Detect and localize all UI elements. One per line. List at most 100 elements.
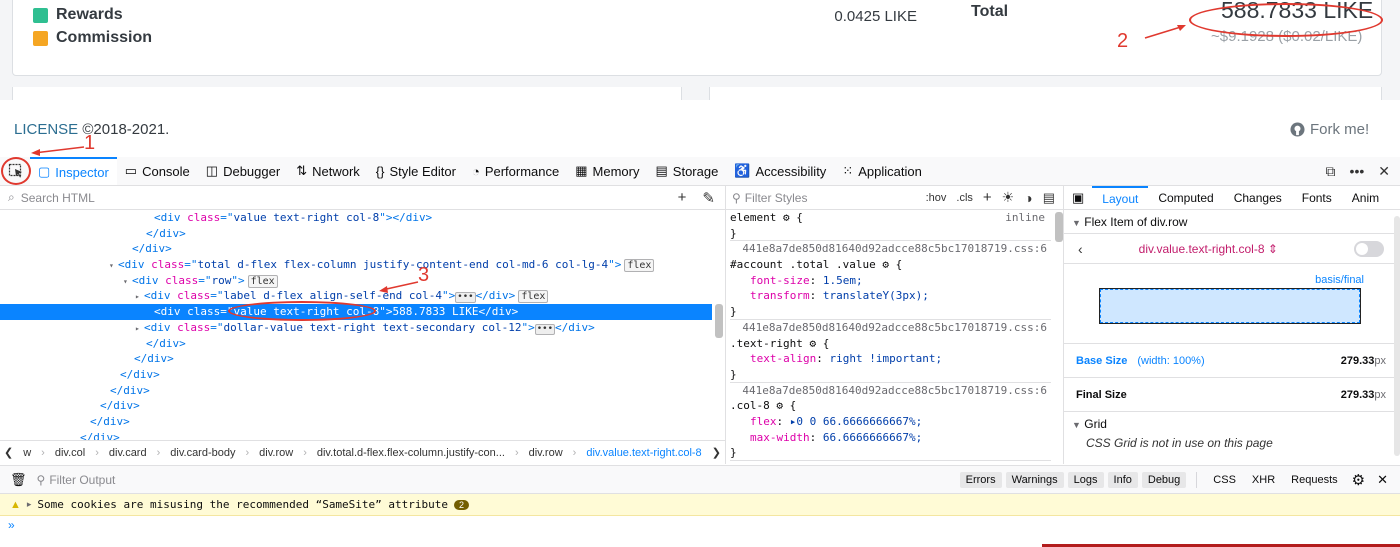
flex-badge[interactable]: flex xyxy=(624,259,655,273)
markup-node[interactable]: ▾ <div class="row"> flex xyxy=(0,273,712,289)
tab-network[interactable]: ⇅ Network xyxy=(288,157,368,185)
console-filter-errors[interactable]: Errors xyxy=(959,471,1002,488)
rule-source-link[interactable]: 441e8a7de850d81640d92adcce88c5bc17018719… xyxy=(730,383,1051,399)
dark-theme-icon[interactable]: ◑ xyxy=(1024,190,1032,206)
sidebar-tab-fonts[interactable]: Fonts xyxy=(1292,186,1342,209)
flex-highlight-toggle[interactable] xyxy=(1354,240,1384,257)
tab-storage[interactable]: ▤ Storage xyxy=(647,157,726,185)
rule-selector[interactable]: .text-right ⚙ { xyxy=(730,336,1051,352)
markup-node[interactable]: </div> xyxy=(0,351,712,367)
tab-console[interactable]: ▭ Console xyxy=(117,157,198,185)
markup-node[interactable]: ▸ <div class="label d-flex align-self-end… xyxy=(0,288,712,304)
layout-scrollbar[interactable] xyxy=(1394,216,1400,456)
filter-output-input[interactable]: Filter Output xyxy=(49,473,115,487)
fork-me-link[interactable]: Fork me! xyxy=(1290,121,1369,138)
markup-node[interactable]: </div> xyxy=(0,336,712,352)
grid-section-header[interactable]: ▼ Grid xyxy=(1064,412,1400,436)
clear-console-icon[interactable]: 🗑 xyxy=(0,472,37,488)
filter-styles-input[interactable]: Filter Styles xyxy=(745,191,808,205)
markup-scrollbar[interactable] xyxy=(715,304,723,338)
rules-scrollbar[interactable] xyxy=(1055,212,1063,242)
hover-pseudo-toggle[interactable]: :hov xyxy=(926,192,947,204)
breadcrumb-item[interactable]: div.card xyxy=(109,447,147,459)
tab-accessibility[interactable]: ♿ Accessibility xyxy=(726,157,834,185)
tab-performance[interactable]: ◔ Performance xyxy=(464,157,567,185)
more-options-icon[interactable]: ••• xyxy=(1350,163,1365,180)
collapsed-content-icon[interactable]: ••• xyxy=(534,323,556,335)
breadcrumb-left-arrow[interactable]: ❮ xyxy=(4,446,13,459)
tab-debugger[interactable]: ◫ Debugger xyxy=(198,157,288,185)
flex-badge[interactable]: flex xyxy=(247,274,278,288)
console-filter-info[interactable]: Info xyxy=(1107,471,1138,488)
tab-application[interactable]: ⁙ Application xyxy=(834,157,930,185)
rule-selector[interactable]: #account .total .value ⚙ { xyxy=(730,257,1051,273)
license-link[interactable]: LICENSE xyxy=(14,121,78,138)
rule-source-link[interactable]: 441e8a7de850d81640d92adcce88c5bc17018719… xyxy=(730,241,1051,257)
breadcrumb-item[interactable]: div.row xyxy=(529,447,563,459)
add-node-icon[interactable]: + xyxy=(678,189,687,207)
console-filter-xhr[interactable]: XHR xyxy=(1246,472,1281,488)
tab-inspector[interactable]: ▢ Inspector xyxy=(30,157,117,185)
rule-declaration[interactable]: max-width: 66.6666666667%; xyxy=(730,430,1051,446)
markup-node[interactable]: </div> xyxy=(0,241,712,257)
node-twisty-icon[interactable]: ▸ xyxy=(135,289,144,305)
console-filter-warnings[interactable]: Warnings xyxy=(1005,471,1064,488)
markup-node[interactable]: ▾ <div class="total d-flex flex-column ju… xyxy=(0,257,712,273)
breadcrumb-right-arrow[interactable]: ❯ xyxy=(712,446,726,459)
rule-selector[interactable]: element ⚙ {inline xyxy=(730,210,1051,226)
markup-node[interactable]: </div> xyxy=(0,367,712,383)
element-picker-button[interactable] xyxy=(1,157,31,185)
class-toggle[interactable]: .cls xyxy=(956,192,973,204)
rule-declaration[interactable]: transform: translateY(3px); xyxy=(730,288,1051,304)
dock-icon[interactable]: ⧉ xyxy=(1326,163,1336,180)
print-media-icon[interactable]: ▤ xyxy=(1043,190,1055,206)
markup-node[interactable]: ▸ <div class="dollar-value text-right tex… xyxy=(0,320,712,336)
markup-node[interactable]: </div> xyxy=(0,430,712,440)
sidebar-tab-changes[interactable]: Changes xyxy=(1224,186,1292,209)
console-filter-css[interactable]: CSS xyxy=(1207,472,1242,488)
search-html-input[interactable]: Search HTML xyxy=(21,191,95,205)
breadcrumb-item[interactable]: div.card-body xyxy=(170,447,235,459)
console-settings-gear-icon[interactable]: ⚙ xyxy=(1352,471,1365,489)
console-filter-logs[interactable]: Logs xyxy=(1067,471,1104,488)
eyedropper-icon[interactable]: ✎ xyxy=(702,189,715,207)
console-filter-requests[interactable]: Requests xyxy=(1285,472,1343,488)
rule-selector[interactable]: .col-8 ⚙ { xyxy=(730,398,1051,414)
collapsed-content-icon[interactable]: ••• xyxy=(455,292,476,304)
sidebar-tabs: ▣ Layout Computed Changes Fonts Anim xyxy=(1064,186,1400,210)
node-twisty-icon[interactable]: ▾ xyxy=(123,274,132,290)
rule-source-link[interactable]: 441e8a7de850d81640d92adcce88c5bc17018719… xyxy=(730,320,1051,336)
markup-node[interactable]: </div> xyxy=(0,414,712,430)
breadcrumb-item[interactable]: div.row xyxy=(259,447,293,459)
rule-declaration[interactable]: font-size: 1.5em; xyxy=(730,273,1051,289)
sidebar-tab-layout[interactable]: Layout xyxy=(1092,186,1149,209)
breadcrumb-item[interactable]: div.col xyxy=(55,447,85,459)
console-prompt[interactable]: » xyxy=(8,518,15,532)
tab-memory[interactable]: ▦ Memory xyxy=(567,157,647,185)
breadcrumb-item[interactable]: div.total.d-flex.flex-column.justify-con… xyxy=(317,447,505,459)
flex-item-selector[interactable]: div.value.text-right.col-8 ⇕ xyxy=(1139,242,1278,256)
node-twisty-icon[interactable]: ▾ xyxy=(109,258,118,274)
sidebar-tab-computed[interactable]: Computed xyxy=(1148,186,1223,209)
node-twisty-icon[interactable]: ▸ xyxy=(135,321,144,337)
breadcrumb-item[interactable]: w xyxy=(23,447,31,459)
console-filter-debug[interactable]: Debug xyxy=(1141,471,1187,488)
markup-node[interactable]: </div> xyxy=(0,398,712,414)
markup-node[interactable]: </div> xyxy=(0,226,712,242)
light-theme-icon[interactable]: ☀ xyxy=(1002,189,1015,206)
markup-node[interactable]: </div> xyxy=(0,383,712,399)
breadcrumb-item[interactable]: div.value.text-right.col-8 xyxy=(586,447,701,459)
add-rule-icon[interactable]: + xyxy=(983,189,992,206)
back-arrow-icon[interactable]: ‹ xyxy=(1078,241,1083,257)
rule-declaration[interactable]: text-align: right !important; xyxy=(730,351,1051,367)
close-split-console-icon[interactable]: ✕ xyxy=(1377,472,1388,488)
sidebar-tab-anim[interactable]: Anim xyxy=(1342,186,1389,209)
markup-node[interactable]: <div class="value text-right col-8"></di… xyxy=(0,210,712,226)
sidebar-toggle-icon[interactable]: ▣ xyxy=(1064,190,1092,206)
tab-style-editor[interactable]: {} Style Editor xyxy=(368,157,464,185)
rule-declaration[interactable]: flex: ▸0 0 66.6666666667%; xyxy=(730,414,1051,430)
flex-item-section-header[interactable]: ▼ Flex Item of div.row xyxy=(1064,210,1400,234)
console-warning-row[interactable]: ▲ ▸ Some cookies are misusing the recomm… xyxy=(0,494,1400,516)
close-icon[interactable]: ✕ xyxy=(1378,163,1390,180)
flex-badge[interactable]: flex xyxy=(518,290,549,304)
